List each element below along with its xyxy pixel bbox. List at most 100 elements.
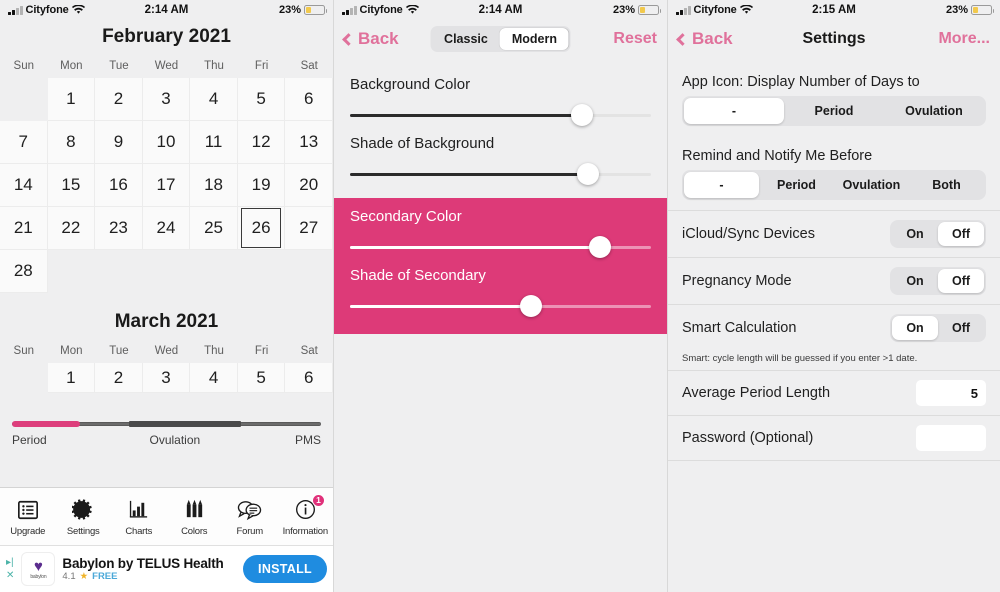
calendar-day[interactable]: 2 xyxy=(95,78,143,121)
toggle-off[interactable]: Off xyxy=(938,316,984,340)
calendar-day[interactable]: 6 xyxy=(285,78,333,121)
reset-button[interactable]: Reset xyxy=(613,30,657,48)
toggle-on[interactable]: On xyxy=(892,222,938,246)
ad-controls[interactable]: ▸| ✕ xyxy=(6,557,14,581)
calendar-day-empty xyxy=(190,250,238,293)
row-pregnancy-mode: Pregnancy Mode On Off xyxy=(668,257,1000,304)
calendar-day[interactable]: 5 xyxy=(237,363,286,393)
calendar-day[interactable]: 12 xyxy=(237,121,286,164)
shade-of-secondary-slider[interactable] xyxy=(350,295,651,318)
weekday-thu: Thu xyxy=(204,60,224,72)
calendar-day[interactable]: 8 xyxy=(47,121,96,164)
calendar-day[interactable]: 25 xyxy=(190,207,238,250)
app-icon-option-period[interactable]: Period xyxy=(784,98,884,124)
calendar-day[interactable]: 13 xyxy=(285,121,333,164)
calendar-screen: Cityfone 2:14 AM 23% February 2021 Sun M… xyxy=(0,0,334,592)
icloud-sync-toggle[interactable]: On Off xyxy=(890,220,986,248)
remind-option-none[interactable]: - xyxy=(684,172,759,198)
back-label: Back xyxy=(692,29,733,48)
toggle-on[interactable]: On xyxy=(892,316,938,340)
background-color-slider[interactable] xyxy=(350,104,651,127)
adchoices-icon[interactable]: ▸| xyxy=(6,557,14,568)
shade-of-background-label: Shade of Background xyxy=(350,135,495,152)
app-icon-segmented-control[interactable]: - Period Ovulation xyxy=(682,96,986,126)
calendar-day[interactable]: 5 xyxy=(237,78,286,121)
tab-forum[interactable]: Forum xyxy=(222,497,278,537)
calendar-day[interactable]: 17 xyxy=(142,164,191,207)
calendar-day[interactable]: 4 xyxy=(190,78,238,121)
shade-of-secondary-label: Shade of Secondary xyxy=(350,267,486,284)
slider-fill xyxy=(350,114,582,117)
remind-option-ovulation[interactable]: Ovulation xyxy=(834,172,909,198)
remind-heading: Remind and Notify Me Before xyxy=(682,148,873,164)
tab-upgrade[interactable]: Upgrade xyxy=(0,497,56,537)
ad-close-icon[interactable]: ✕ xyxy=(6,570,14,581)
tab-information[interactable]: 1 Information xyxy=(278,493,334,537)
remind-control-wrap: - Period Ovulation Both xyxy=(668,170,1000,210)
calendar-day[interactable]: 9 xyxy=(95,121,143,164)
segment-classic[interactable]: Classic xyxy=(432,28,500,50)
remind-option-both[interactable]: Both xyxy=(909,172,984,198)
calendar-day[interactable]: 3 xyxy=(142,78,191,121)
calendar-day[interactable]: 14 xyxy=(0,164,48,207)
calendar-day[interactable]: 1 xyxy=(47,363,96,393)
calendar-day[interactable]: 28 xyxy=(0,250,48,293)
tab-label: Charts xyxy=(125,525,153,537)
shade-of-background-slider[interactable] xyxy=(350,163,651,186)
calendar-day[interactable]: 10 xyxy=(142,121,191,164)
calendar-day[interactable]: 22 xyxy=(47,207,96,250)
calendar-day[interactable]: 15 xyxy=(47,164,96,207)
slider-knob[interactable] xyxy=(588,236,611,258)
calendar-day[interactable]: 21 xyxy=(0,207,48,250)
calendar-day[interactable]: 7 xyxy=(0,121,48,164)
calendar-day[interactable]: 19 xyxy=(237,164,286,207)
weekday-sat: Sat xyxy=(300,345,318,357)
calendar-day[interactable]: 23 xyxy=(95,207,143,250)
star-icon: ★ xyxy=(79,571,89,582)
app-icon-control-wrap: - Period Ovulation xyxy=(668,96,1000,136)
average-period-length-input[interactable]: 5 xyxy=(916,380,986,406)
tab-charts[interactable]: Charts xyxy=(111,497,167,537)
calendar-day[interactable]: 16 xyxy=(95,164,143,207)
bar-chart-icon xyxy=(127,497,150,523)
slider-knob[interactable] xyxy=(570,104,593,126)
remind-option-period[interactable]: Period xyxy=(759,172,834,198)
calendar-day[interactable]: 1 xyxy=(47,78,96,121)
toggle-off[interactable]: Off xyxy=(938,269,984,293)
calendar-day[interactable]: 18 xyxy=(190,164,238,207)
remind-segmented-control[interactable]: - Period Ovulation Both xyxy=(682,170,986,200)
password-input[interactable] xyxy=(916,425,986,451)
back-button[interactable]: Back xyxy=(342,29,399,49)
weekday-mon: Mon xyxy=(60,60,83,72)
style-segmented-control[interactable]: Classic Modern xyxy=(430,26,571,52)
phase-track xyxy=(12,421,321,427)
calendar-day[interactable]: 3 xyxy=(142,363,191,393)
calendar-day-selected[interactable]: 26 xyxy=(237,207,286,250)
smart-calculation-toggle[interactable]: On Off xyxy=(890,314,986,342)
segment-modern[interactable]: Modern xyxy=(499,28,569,50)
app-icon-option-ovulation[interactable]: Ovulation xyxy=(884,98,984,124)
calendar-day[interactable]: 11 xyxy=(190,121,238,164)
phase-label-period: Period xyxy=(12,433,47,447)
back-button[interactable]: Back xyxy=(676,29,733,49)
toggle-off[interactable]: Off xyxy=(938,222,984,246)
calendar-day[interactable]: 24 xyxy=(142,207,191,250)
calendar-day[interactable]: 2 xyxy=(95,363,143,393)
secondary-color-slider[interactable] xyxy=(350,236,651,259)
calendar-day[interactable]: 4 xyxy=(190,363,238,393)
install-button[interactable]: INSTALL xyxy=(243,555,327,583)
calendar-day[interactable]: 20 xyxy=(285,164,333,207)
app-icon-option-none[interactable]: - xyxy=(684,98,784,124)
slider-knob[interactable] xyxy=(576,163,599,185)
ad-banner[interactable]: ▸| ✕ ♥ babylon Babylon by TELUS Health 4… xyxy=(0,545,333,592)
toggle-on[interactable]: On xyxy=(892,269,938,293)
tab-settings[interactable]: Settings xyxy=(56,497,112,537)
tab-colors[interactable]: Colors xyxy=(167,497,223,537)
secondary-color-label: Secondary Color xyxy=(350,208,462,225)
row-label: iCloud/Sync Devices xyxy=(682,226,815,242)
slider-knob[interactable] xyxy=(519,295,542,317)
calendar-day[interactable]: 27 xyxy=(285,207,333,250)
more-button[interactable]: More... xyxy=(938,30,990,48)
calendar-day[interactable]: 6 xyxy=(285,363,333,393)
pregnancy-mode-toggle[interactable]: On Off xyxy=(890,267,986,295)
